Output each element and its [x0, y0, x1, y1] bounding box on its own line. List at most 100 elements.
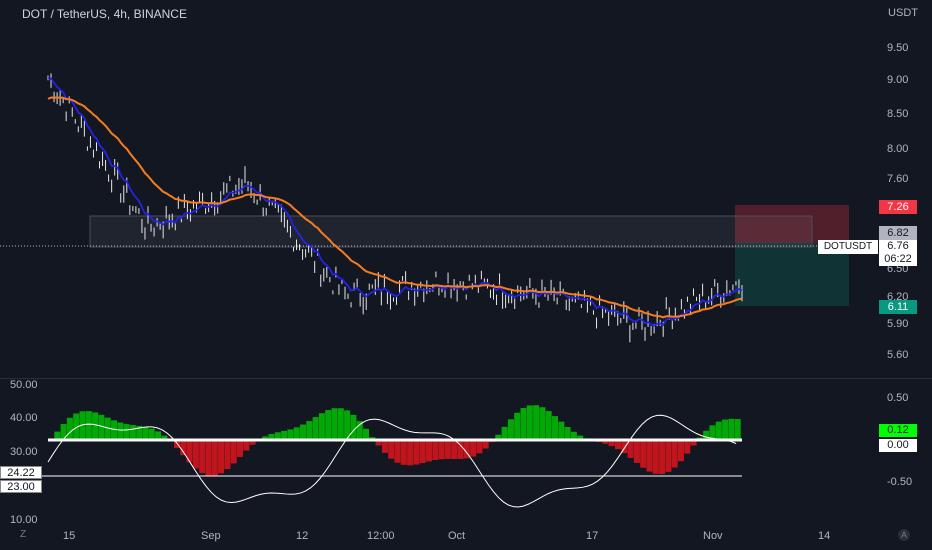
price-axis-label: 9.00 [887, 74, 909, 86]
bar-countdown: 06:22 [884, 253, 912, 265]
fast-ma-line [47, 76, 743, 327]
histogram-bar [684, 440, 691, 454]
pane-divider [0, 378, 932, 379]
time-axis-label: 12 [296, 530, 309, 542]
osc-left-value-tag: 23.00 [0, 480, 42, 493]
live-price: 6.76 [887, 240, 909, 252]
histogram-bar [350, 414, 357, 440]
histogram-bar [111, 420, 117, 440]
histogram-bar [520, 408, 527, 440]
histogram-bar [142, 426, 149, 440]
histogram-bar [400, 440, 407, 465]
entry-price-tag: 6.82 [879, 226, 917, 240]
price-axis-label: 9.50 [887, 42, 909, 54]
histogram-bar [652, 440, 659, 474]
time-axis-label: Oct [448, 530, 466, 542]
histogram-bar [381, 440, 388, 453]
histogram-bar [211, 440, 218, 476]
chart-title[interactable]: DOT / TetherUS, 4h, BINANCE [22, 7, 187, 21]
histogram-bar [451, 440, 458, 459]
histogram-bar [394, 440, 401, 463]
histogram-bar [640, 440, 647, 468]
osc-right-axis-label: 0.50 [887, 392, 909, 404]
histogram-bar [325, 410, 332, 440]
histogram-bar [300, 424, 306, 440]
histogram-bar [60, 423, 67, 440]
osc-left-axis-label: 50.00 [10, 379, 38, 391]
histogram-bar [199, 440, 206, 474]
histogram-bar [293, 427, 300, 440]
support-zone [89, 215, 813, 248]
currency-label: USDT [888, 7, 918, 19]
osc-left-axis-label: 10.00 [10, 514, 38, 526]
time-axis-label: 17 [586, 530, 599, 542]
histogram-bar [318, 413, 325, 440]
histogram-bar [545, 411, 552, 440]
histogram-bar [407, 440, 414, 466]
histogram-bar [526, 405, 533, 440]
histogram-bar [671, 440, 678, 468]
live-price-box: 6.76 06:22 [879, 240, 917, 266]
histogram-bar [715, 421, 722, 440]
histogram-bar [85, 411, 92, 440]
histogram-bar [665, 440, 672, 472]
histogram-bar [438, 440, 445, 460]
histogram-bar [470, 440, 477, 457]
time-axis-label: Sep [201, 530, 221, 542]
histogram-bar [501, 426, 508, 440]
histogram-bar [659, 440, 666, 475]
histogram-bar [388, 440, 395, 459]
histogram-bar [514, 412, 521, 440]
price-axis-label: 5.60 [887, 349, 909, 361]
histogram-bar [331, 408, 338, 440]
histogram-bar [98, 414, 105, 440]
histogram-bar [413, 440, 420, 465]
osc-left-axis-label: 40.00 [10, 412, 38, 424]
price-axis-label: 8.50 [887, 108, 909, 120]
symbol-tag: DOTUSDT [818, 240, 878, 254]
histogram-bar [148, 428, 155, 440]
histogram-bar [224, 440, 231, 470]
histogram-bar [444, 440, 451, 459]
histogram-bar [558, 421, 565, 440]
histogram-bar [205, 440, 212, 476]
histogram-bar [426, 440, 432, 462]
histogram-bar [363, 428, 369, 440]
histogram-bar [722, 419, 729, 440]
histogram-bar [192, 440, 199, 469]
osc-left-value-tag: 24.22 [0, 466, 42, 479]
target-price-tag: 6.11 [879, 300, 917, 314]
histogram-bar [633, 440, 640, 463]
histogram-bar [337, 408, 344, 440]
histogram-bar [728, 418, 735, 440]
histogram-bar [243, 440, 250, 451]
price-axis-label: 7.60 [887, 173, 909, 185]
histogram-bar [552, 416, 558, 440]
histogram-bar [564, 427, 571, 440]
price-bars [47, 73, 743, 343]
histogram-bar [539, 407, 546, 440]
time-axis-label: Nov [703, 530, 723, 542]
time-axis-label: 12:00 [367, 530, 395, 542]
timezone-icon[interactable]: Z [20, 529, 26, 540]
histogram-bar [432, 440, 439, 461]
histogram-bar [92, 412, 99, 440]
time-axis-label: 15 [63, 530, 76, 542]
histogram-bar [123, 424, 130, 440]
price-axis-label: 5.90 [887, 318, 909, 330]
osc-left-axis-label: 30.00 [10, 446, 38, 458]
histogram-bar [306, 421, 313, 440]
time-axis-label: 14 [818, 530, 831, 542]
histogram-bar [180, 440, 187, 456]
histogram-bar [356, 421, 363, 440]
histogram-bar [237, 440, 243, 457]
histogram-bar [734, 419, 741, 440]
histogram-bar [230, 440, 237, 464]
ma-line [47, 96, 743, 319]
osc-value-tag: 0.12 [879, 424, 917, 437]
auto-scale-icon[interactable]: A [898, 529, 910, 541]
histogram-bar [312, 417, 319, 440]
histogram-bar [287, 429, 294, 440]
chart-canvas[interactable] [0, 0, 932, 550]
histogram-bar [66, 417, 73, 440]
